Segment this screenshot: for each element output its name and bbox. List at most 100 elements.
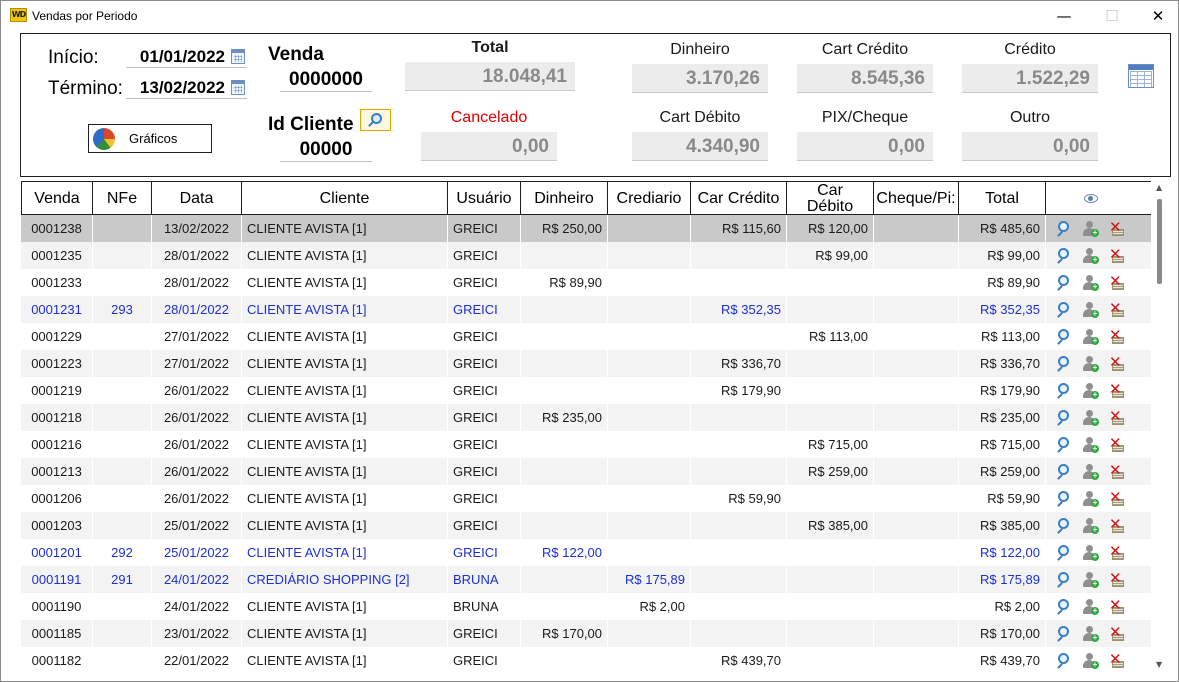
scroll-thumb[interactable] [1157, 199, 1162, 284]
header-car-credito[interactable]: Car Crédito [691, 182, 787, 215]
view-sale-icon[interactable] [1057, 464, 1073, 480]
view-sale-icon[interactable] [1057, 410, 1073, 426]
view-sale-icon[interactable] [1057, 437, 1073, 453]
table-row[interactable]: 0001223 27/01/2022 CLIENTE AVISTA [1] GREIC… [21, 350, 1151, 377]
sales-period-window: WD Vendas por Periodo — ☐ ✕ Início: 01/0… [0, 0, 1179, 682]
table-row[interactable]: 0001219 26/01/2022 CLIENTE AVISTA [1] GREIC… [21, 377, 1151, 404]
table-row[interactable]: 0001238 13/02/2022 CLIENTE AVISTA [1] GREIC… [21, 215, 1151, 242]
view-sale-icon[interactable] [1057, 248, 1073, 264]
scroll-up-icon[interactable]: ▲ [1156, 183, 1162, 192]
add-client-icon[interactable]: + [1082, 599, 1099, 615]
add-client-icon[interactable]: + [1082, 653, 1099, 669]
table-row[interactable]: 0001201 292 25/01/2022 CLIENTE AVISTA [1] GR… [21, 539, 1151, 566]
cancel-sale-icon[interactable]: ✕ [1108, 542, 1124, 561]
table-row[interactable]: 0001182 22/01/2022 CLIENTE AVISTA [1] GREIC… [21, 647, 1151, 671]
add-client-icon[interactable]: + [1082, 626, 1099, 642]
add-client-icon[interactable]: + [1082, 356, 1099, 372]
table-row[interactable]: 0001235 28/01/2022 CLIENTE AVISTA [1] GREIC… [21, 242, 1151, 269]
header-venda[interactable]: Venda [21, 182, 93, 215]
view-sale-icon[interactable] [1057, 221, 1073, 237]
cancel-sale-icon[interactable]: ✕ [1108, 623, 1124, 642]
close-button[interactable]: ✕ [1135, 1, 1178, 31]
cancel-sale-icon[interactable]: ✕ [1108, 569, 1124, 588]
cancel-sale-icon[interactable]: ✕ [1108, 596, 1124, 615]
cancel-sale-icon[interactable]: ✕ [1108, 326, 1124, 345]
cancel-sale-icon[interactable]: ✕ [1108, 650, 1124, 669]
view-sale-icon[interactable] [1057, 572, 1073, 588]
cancel-sale-icon[interactable]: ✕ [1108, 380, 1124, 399]
cancel-sale-icon[interactable]: ✕ [1108, 272, 1124, 291]
view-sale-icon[interactable] [1057, 302, 1073, 318]
header-data[interactable]: Data [152, 182, 242, 215]
cell-venda: 0001201 [21, 539, 93, 566]
table-row[interactable]: 0001213 26/01/2022 CLIENTE AVISTA [1] GREIC… [21, 458, 1151, 485]
eye-icon[interactable] [1084, 194, 1098, 203]
cancel-sale-icon[interactable]: ✕ [1108, 245, 1124, 264]
cancel-sale-icon[interactable]: ✕ [1108, 353, 1124, 372]
table-row[interactable]: 0001203 25/01/2022 CLIENTE AVISTA [1] GREIC… [21, 512, 1151, 539]
add-client-icon[interactable]: + [1082, 221, 1099, 237]
header-usuario[interactable]: Usuário [448, 182, 521, 215]
add-client-icon[interactable]: + [1082, 248, 1099, 264]
cancel-sale-icon[interactable]: ✕ [1108, 515, 1124, 534]
view-sale-icon[interactable] [1057, 545, 1073, 561]
table-row[interactable]: 0001216 26/01/2022 CLIENTE AVISTA [1] GREIC… [21, 431, 1151, 458]
cancel-sale-icon[interactable]: ✕ [1108, 407, 1124, 426]
add-client-icon[interactable]: + [1082, 329, 1099, 345]
add-client-icon[interactable]: + [1082, 491, 1099, 507]
add-client-icon[interactable]: + [1082, 383, 1099, 399]
add-client-icon[interactable]: + [1082, 410, 1099, 426]
add-client-icon[interactable]: + [1082, 275, 1099, 291]
header-car-debito[interactable]: Car Débito [787, 182, 874, 215]
table-row[interactable]: 0001231 293 28/01/2022 CLIENTE AVISTA [1] GR… [21, 296, 1151, 323]
cancel-sale-icon[interactable]: ✕ [1108, 299, 1124, 318]
header-crediario[interactable]: Crediario [608, 182, 691, 215]
view-sale-icon[interactable] [1057, 518, 1073, 534]
add-client-icon[interactable]: + [1082, 545, 1099, 561]
cancel-sale-icon[interactable]: ✕ [1108, 488, 1124, 507]
add-client-icon[interactable]: + [1082, 464, 1099, 480]
table-row[interactable]: 0001190 24/01/2022 CLIENTE AVISTA [1] BRUNA… [21, 593, 1151, 620]
view-sale-icon[interactable] [1057, 599, 1073, 615]
cancel-sale-icon[interactable]: ✕ [1108, 434, 1124, 453]
header-actions[interactable] [1046, 182, 1151, 215]
view-sale-icon[interactable] [1057, 329, 1073, 345]
table-row[interactable]: 0001206 26/01/2022 CLIENTE AVISTA [1] GREIC… [21, 485, 1151, 512]
calendar-icon[interactable] [231, 49, 245, 64]
header-cliente[interactable]: Cliente [242, 182, 448, 215]
venda-number-field[interactable]: 0000000 [280, 68, 372, 92]
vertical-scrollbar[interactable]: ▲ ▼ [1153, 181, 1167, 671]
table-row[interactable]: 0001185 23/01/2022 CLIENTE AVISTA [1] GREIC… [21, 620, 1151, 647]
view-sale-icon[interactable] [1057, 626, 1073, 642]
table-row[interactable]: 0001218 26/01/2022 CLIENTE AVISTA [1] GREIC… [21, 404, 1151, 431]
table-row[interactable]: 0001191 291 24/01/2022 CREDIÁRIO SHOPPING [… [21, 566, 1151, 593]
scroll-down-icon[interactable]: ▼ [1156, 660, 1162, 669]
add-client-icon[interactable]: + [1082, 437, 1099, 453]
minimize-button[interactable]: — [1041, 1, 1087, 31]
id-cliente-field[interactable]: 00000 [280, 138, 372, 162]
header-nfe[interactable]: NFe [93, 182, 152, 215]
view-sale-icon[interactable] [1057, 275, 1073, 291]
view-sale-icon[interactable] [1057, 653, 1073, 669]
graficos-button[interactable]: Gráficos [88, 124, 212, 153]
view-sale-icon[interactable] [1057, 356, 1073, 372]
spreadsheet-icon[interactable] [1128, 64, 1154, 88]
cancel-sale-icon[interactable]: ✕ [1108, 461, 1124, 480]
maximize-button[interactable]: ☐ [1089, 1, 1135, 31]
header-total[interactable]: Total [959, 182, 1046, 215]
header-dinheiro[interactable]: Dinheiro [521, 182, 608, 215]
calendar-icon[interactable] [231, 80, 245, 95]
inicio-date-field[interactable]: 01/01/2022 [126, 46, 247, 68]
header-cheque-pix[interactable]: Cheque/Pi: [874, 182, 959, 215]
client-search-button[interactable] [360, 109, 391, 131]
termino-date-field[interactable]: 13/02/2022 [126, 77, 247, 99]
add-client-icon[interactable]: + [1082, 572, 1099, 588]
add-client-icon[interactable]: + [1082, 518, 1099, 534]
view-sale-icon[interactable] [1057, 383, 1073, 399]
view-sale-icon[interactable] [1057, 491, 1073, 507]
cancel-sale-icon[interactable]: ✕ [1108, 218, 1124, 237]
table-row[interactable]: 0001229 27/01/2022 CLIENTE AVISTA [1] GREIC… [21, 323, 1151, 350]
add-client-icon[interactable]: + [1082, 302, 1099, 318]
cell-cheque-pix [874, 458, 959, 485]
table-row[interactable]: 0001233 28/01/2022 CLIENTE AVISTA [1] GREIC… [21, 269, 1151, 296]
